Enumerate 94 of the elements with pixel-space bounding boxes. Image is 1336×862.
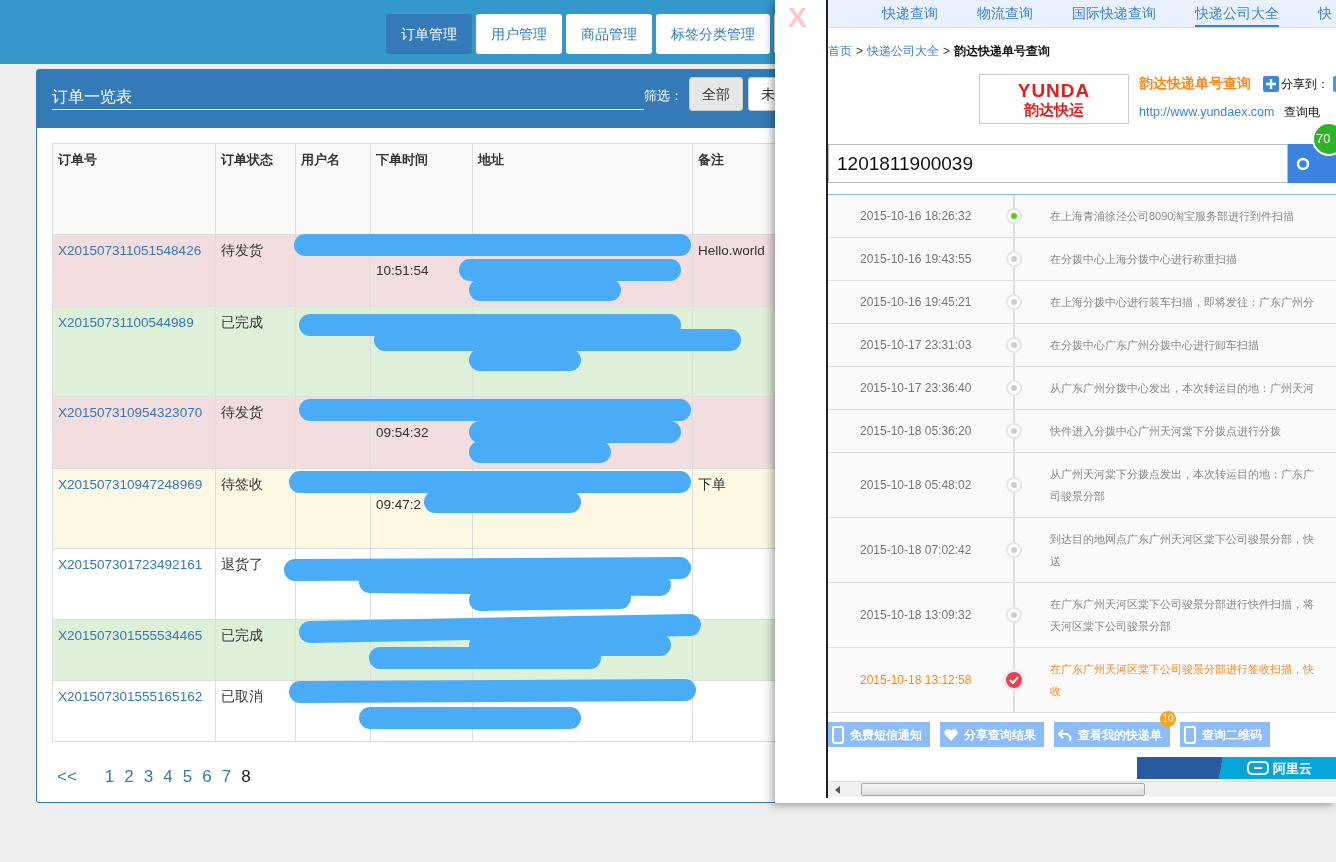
reply-arrow-icon: [1058, 727, 1072, 742]
heart-icon: [944, 728, 958, 741]
table-cell: 待签收: [215, 468, 296, 549]
tracking-time: 2015-10-18 05:48:02: [859, 477, 973, 494]
filter-button[interactable]: 未: [748, 77, 775, 111]
breadcrumb-current: 韵达快递单号查询: [954, 44, 1051, 58]
site-tab[interactable]: 快递查询: [882, 0, 938, 27]
tracking-time: 2015-10-18 13:12:58: [859, 672, 973, 689]
plus-icon[interactable]: [1263, 76, 1279, 93]
ad-text: 阿里云: [1273, 761, 1312, 775]
count-badge: 70: [1312, 122, 1336, 156]
site-tab[interactable]: 快递公司大全: [1195, 0, 1279, 27]
ad-banner[interactable]: 阿里云: [1137, 757, 1336, 779]
tracking-time: 2015-10-18 07:02:42: [859, 542, 973, 559]
tracking-time: 2015-10-18 13:09:32: [859, 607, 973, 624]
page-link[interactable]: 2: [119, 764, 139, 790]
page-link[interactable]: 5: [177, 764, 198, 790]
share-label: 分享到：: [1281, 76, 1329, 94]
page-link[interactable]: 6: [197, 764, 217, 790]
nav-tab[interactable]: 用户管理: [476, 14, 562, 54]
column-header: 下单时间: [370, 143, 473, 235]
tracking-text: 在上海分拨中心进行装车扫描，即将发往：广东广州分: [1050, 295, 1314, 310]
tracking-text: 快件进入分拨中心广州天河棠下分拨点进行分拨: [1050, 424, 1281, 439]
company-title: 韵达快递单号查询: [1139, 75, 1251, 93]
horizontal-scrollbar[interactable]: [828, 781, 1336, 797]
tracking-text: 在分拨中心广东广州分拨中心进行卸车扫描: [1050, 338, 1259, 353]
panel-title: 订单一览表: [52, 87, 644, 110]
table-cell: 待发货: [215, 396, 296, 469]
breadcrumb-separator: >: [856, 44, 863, 58]
previous-page-link[interactable]: <<: [52, 764, 82, 790]
page-link[interactable]: 4: [158, 764, 178, 790]
column-header: 订单状态: [215, 143, 296, 235]
tracking-time: 2015-10-18 05:36:20: [859, 423, 973, 440]
table-cell: 待发货: [215, 234, 296, 307]
phone-icon: [832, 725, 844, 744]
column-header: 订单号: [52, 143, 216, 235]
scrollbar-thumb[interactable]: [861, 783, 1145, 796]
table-cell: 10:51:54: [376, 263, 429, 278]
tracking-text: 送: [1050, 554, 1062, 569]
cloud-logo-icon: [1247, 761, 1269, 775]
order-link[interactable]: X201507310947248969: [58, 477, 203, 492]
site-tab[interactable]: 国际快递查询: [1072, 0, 1156, 27]
table-cell: 下单: [698, 477, 726, 492]
site-tab[interactable]: 物流查询: [977, 0, 1033, 27]
order-link[interactable]: X201507310954323070: [58, 405, 203, 420]
tracking-number-field[interactable]: 1201811900039: [828, 144, 1289, 183]
tracking-text: 到达目的地网点广东广州天河区棠下公司骏景分部，快: [1050, 532, 1314, 547]
tracking-time: 2015-10-16 19:45:21: [859, 294, 973, 311]
column-header: 备注: [692, 143, 775, 235]
column-header: 用户名: [295, 143, 371, 235]
breadcrumb-separator: >: [943, 44, 951, 58]
tracking-text: 在分拨中心上海分拨中心进行称重扫描: [1050, 252, 1237, 267]
nav-tab[interactable]: 商品管理: [566, 14, 652, 54]
table-cell: 已取消: [215, 680, 296, 742]
scroll-left-icon[interactable]: [834, 785, 842, 794]
phone-icon: [1184, 725, 1196, 744]
yunda-logo: YUNDA 韵达快运: [979, 74, 1129, 124]
tracking-text: 司骏景分部: [1050, 489, 1106, 504]
website-link[interactable]: http://www.yundaex.com: [1139, 103, 1275, 122]
page-link[interactable]: 8: [236, 764, 256, 790]
tracking-text: 在广东广州天河区棠下公司骏景分部进行签收扫描，快: [1050, 662, 1314, 677]
breadcrumb-link[interactable]: 快递公司大全: [867, 44, 939, 58]
order-link[interactable]: X201507301723492161: [58, 557, 203, 572]
table-cell: 退货了: [215, 548, 296, 620]
tracking-text: 在上海青浦徐泾公司8090淘宝服务部进行到件扫描: [1050, 209, 1295, 224]
search-icon: [1296, 157, 1311, 172]
page-link[interactable]: 1: [99, 764, 120, 790]
column-header: 地址: [472, 143, 693, 235]
tracking-time: 2015-10-16 18:26:32: [859, 208, 973, 225]
tracking-text: 从广州天河棠下分拨点发出，本次转运目的地：广东广: [1050, 467, 1314, 482]
tracking-time: 2015-10-17 23:31:03: [859, 337, 973, 354]
order-link[interactable]: X201507311051548426: [58, 243, 202, 258]
tracking-text: 在广东广州天河区棠下公司骏景分部进行快件扫描，将: [1050, 597, 1314, 612]
tracking-text: 天河区棠下公司骏景分部: [1050, 619, 1172, 634]
breadcrumb-link[interactable]: 首页: [828, 44, 852, 58]
tracking-text: 收: [1050, 684, 1062, 699]
table-cell: 09:47:2: [376, 497, 422, 512]
phone-label: 查询电: [1284, 104, 1321, 122]
nav-tab[interactable]: 订单管理: [386, 14, 472, 54]
table-cell: 已完成: [215, 619, 296, 681]
site-tab[interactable]: 快: [1318, 0, 1332, 27]
table-cell: Hello.world: [698, 243, 765, 258]
order-link[interactable]: X20150731100544989: [58, 315, 194, 330]
filter-label: 筛选：: [644, 86, 683, 105]
tracking-time: 2015-10-16 19:43:55: [859, 251, 973, 268]
tracking-text: 从广东广州分拨中心发出，本次转运目的地：广州天河: [1050, 381, 1314, 396]
filter-button[interactable]: 全部: [689, 77, 743, 111]
table-cell: 09:54:32: [376, 425, 429, 440]
tracking-time: 2015-10-17 23:36:40: [859, 380, 973, 397]
table-cell: 已完成: [215, 306, 296, 397]
page-link[interactable]: 7: [216, 764, 237, 790]
nav-tab[interactable]: 标签分类管理: [656, 14, 770, 54]
page-link[interactable]: 3: [138, 764, 159, 790]
count-badge: 10: [1160, 711, 1176, 727]
